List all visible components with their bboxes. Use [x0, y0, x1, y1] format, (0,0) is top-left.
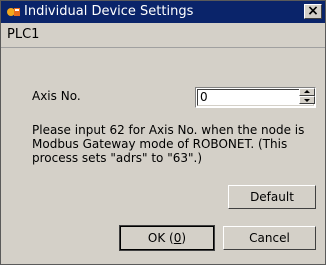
close-icon: × [307, 3, 319, 19]
device-settings-icon [5, 4, 21, 20]
axis-no-label: Axis No. [32, 89, 81, 103]
cancel-button[interactable]: Cancel [223, 226, 316, 250]
ok-button[interactable]: OK (0) [119, 225, 215, 251]
spin-down-button[interactable] [299, 96, 315, 104]
axis-no-spinbox[interactable]: 0 [195, 87, 316, 108]
title-bar[interactable]: Individual Device Settings × [1, 1, 325, 23]
spin-buttons [299, 88, 315, 107]
arrow-down-icon [304, 99, 310, 102]
axis-note: Please input 62 for Axis No. when the no… [32, 123, 305, 165]
default-button[interactable]: Default [228, 185, 316, 209]
axis-no-value[interactable]: 0 [200, 89, 208, 105]
device-name: PLC1 [7, 27, 40, 42]
spin-up-button[interactable] [299, 88, 315, 96]
close-button[interactable]: × [304, 3, 322, 19]
device-header: PLC1 [1, 23, 325, 48]
dialog-window: Individual Device Settings × PLC1 Axis N… [0, 0, 326, 265]
arrow-up-icon [304, 90, 310, 93]
window-title: Individual Device Settings [24, 4, 194, 19]
